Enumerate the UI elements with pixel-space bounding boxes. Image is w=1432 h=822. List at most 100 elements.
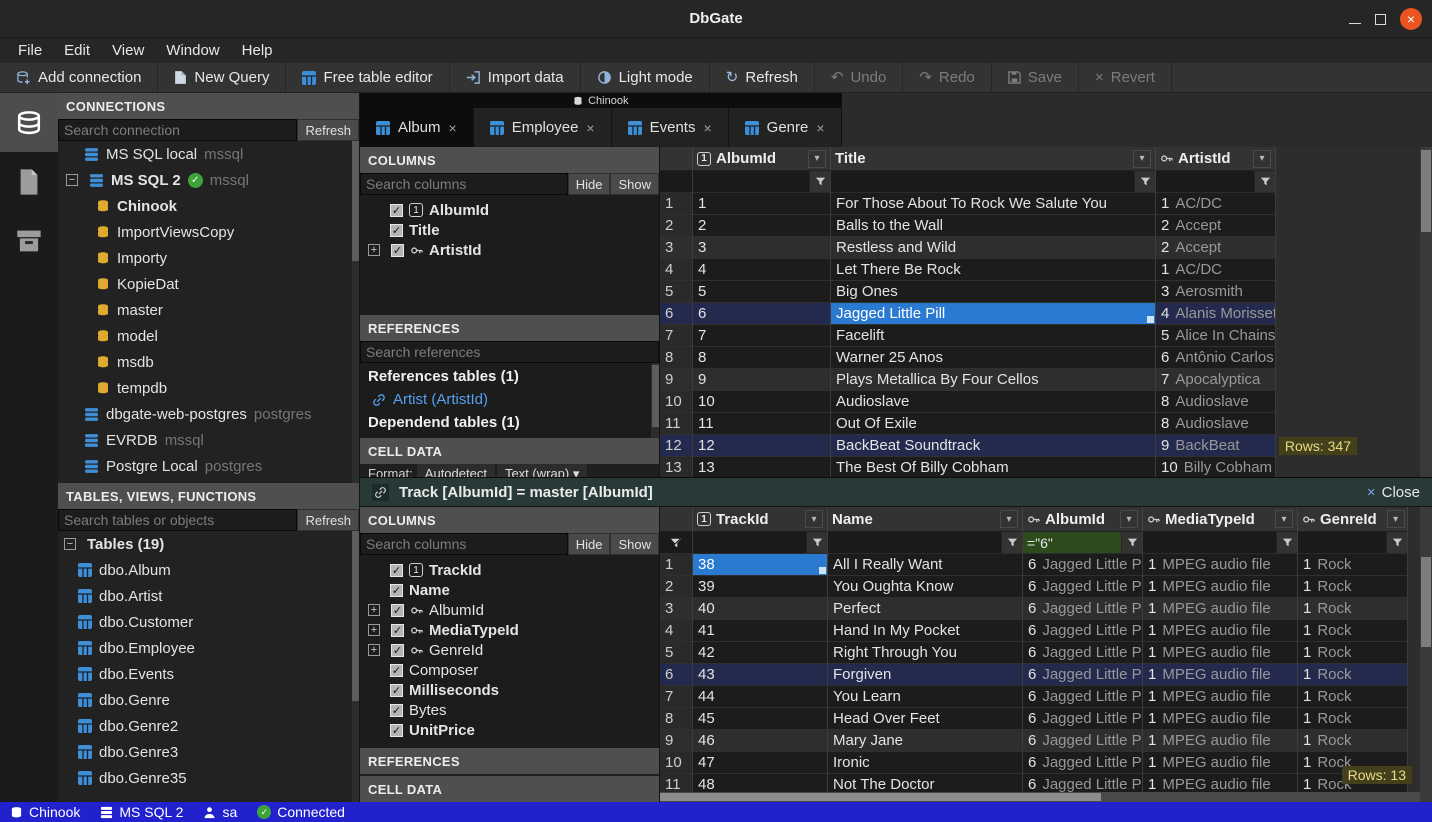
grid-cell[interactable]: 6Jagged Little Pill	[1023, 642, 1143, 664]
table-item[interactable]: dbo.Artist	[58, 583, 359, 609]
column-header-artistid[interactable]: ArtistId ▾	[1156, 147, 1276, 171]
column-header-albumid[interactable]: 1 AlbumId ▾	[693, 147, 831, 171]
search-tables-input[interactable]	[58, 509, 297, 531]
grid-cell[interactable]: 1Rock	[1298, 576, 1408, 598]
free-table-editor-button[interactable]: Free table editor	[286, 63, 449, 92]
database-item[interactable]: Importy	[58, 245, 359, 271]
checkbox-checked-icon[interactable]: ✓	[390, 704, 403, 717]
database-item[interactable]: KopieDat	[58, 271, 359, 297]
connection-item[interactable]: dbgate-web-postgres postgres	[58, 401, 359, 427]
grid-cell[interactable]: 6Antônio Carlos Jobim	[1156, 347, 1276, 369]
checkbox-checked-icon[interactable]: ✓	[391, 604, 404, 617]
table-item[interactable]: dbo.Genre35	[58, 765, 359, 791]
checkbox-checked-icon[interactable]: ✓	[391, 644, 404, 657]
album-grid-scrollbar[interactable]	[1420, 147, 1432, 477]
database-item[interactable]: ImportViewsCopy	[58, 219, 359, 245]
grid-cell[interactable]: 8Audioslave	[1156, 391, 1276, 413]
grid-cell[interactable]: 4Alanis Morissette	[1156, 303, 1276, 325]
grid-cell[interactable]: Forgiven	[828, 664, 1023, 686]
filter-header-cell[interactable]	[660, 532, 693, 554]
chevron-down-icon[interactable]: ▾	[805, 510, 823, 528]
grid-cell[interactable]: 1	[693, 193, 831, 215]
search-columns-input[interactable]	[360, 173, 568, 195]
hide-button[interactable]: Hide	[568, 173, 611, 195]
grid-cell[interactable]: 1Rock	[1298, 686, 1408, 708]
grid-cell[interactable]: Warner 25 Anos	[831, 347, 1156, 369]
grid-cell[interactable]: 11	[693, 413, 831, 435]
grid-cell[interactable]: 1MPEG audio file	[1143, 752, 1298, 774]
grid-cell[interactable]: 1Rock	[1298, 554, 1408, 576]
selected-grid-cell[interactable]: 38	[693, 554, 828, 576]
column-item[interactable]: ✓ Title	[360, 220, 659, 240]
filter-icon[interactable]	[1001, 532, 1022, 553]
grid-cell[interactable]: 2Accept	[1156, 215, 1276, 237]
selected-grid-cell[interactable]: Jagged Little Pill	[831, 303, 1156, 325]
grid-cell[interactable]: 1AC/DC	[1156, 193, 1276, 215]
grid-cell[interactable]: Audioslave	[831, 391, 1156, 413]
tab-events[interactable]: Events ×	[612, 108, 729, 147]
grid-cell[interactable]: 39	[693, 576, 828, 598]
database-item[interactable]: msdb	[58, 349, 359, 375]
table-item[interactable]: dbo.Customer	[58, 609, 359, 635]
grid-cell[interactable]: 6Jagged Little Pill	[1023, 576, 1143, 598]
database-item[interactable]: master	[58, 297, 359, 323]
checkbox-checked-icon[interactable]: ✓	[390, 564, 403, 577]
detail-close-button[interactable]: ×Close	[1367, 484, 1420, 501]
database-item[interactable]: Chinook	[58, 193, 359, 219]
grid-cell[interactable]: Right Through You	[828, 642, 1023, 664]
grid-cell[interactable]: 1MPEG audio file	[1143, 554, 1298, 576]
grid-cell[interactable]: 8Audioslave	[1156, 413, 1276, 435]
filter-icon[interactable]	[1121, 532, 1142, 553]
chevron-down-icon[interactable]: ▾	[808, 150, 826, 168]
grid-cell[interactable]: 6Jagged Little Pill	[1023, 664, 1143, 686]
menu-window[interactable]: Window	[156, 40, 229, 61]
column-item[interactable]: +✓GenreId	[360, 640, 659, 660]
grid-cell[interactable]: 1MPEG audio file	[1143, 774, 1298, 792]
grid-cell[interactable]: 1MPEG audio file	[1143, 598, 1298, 620]
chevron-down-icon[interactable]: ▾	[1000, 510, 1018, 528]
filter-albumid-input[interactable]	[1023, 532, 1121, 553]
new-query-button[interactable]: New Query	[158, 63, 286, 92]
grid-cell[interactable]: Restless and Wild	[831, 237, 1156, 259]
column-item[interactable]: ✓UnitPrice	[360, 720, 659, 740]
grid-cell[interactable]: 10	[693, 391, 831, 413]
tables-refresh-button[interactable]: Refresh	[297, 509, 359, 531]
grid-cell[interactable]: 41	[693, 620, 828, 642]
reference-link-track[interactable]: Track (AlbumId)	[360, 434, 659, 438]
grid-cell[interactable]: Facelift	[831, 325, 1156, 347]
expand-icon[interactable]: +	[368, 604, 380, 616]
checkbox-checked-icon[interactable]: ✓	[390, 684, 403, 697]
grid-cell[interactable]: 9	[693, 369, 831, 391]
connection-item[interactable]: Postgre Local postgres	[58, 453, 359, 479]
expand-icon[interactable]: +	[368, 624, 380, 636]
column-header-genreid[interactable]: GenreId ▾	[1298, 507, 1408, 532]
grid-cell[interactable]: The Best Of Billy Cobham	[831, 457, 1156, 477]
maximize-button[interactable]	[1375, 14, 1386, 25]
grid-cell[interactable]: 42	[693, 642, 828, 664]
column-header-title[interactable]: Title ▾	[831, 147, 1156, 171]
table-item[interactable]: dbo.Album	[58, 557, 359, 583]
grid-cell[interactable]: 3Aerosmith	[1156, 281, 1276, 303]
chevron-down-icon[interactable]: ▾	[1253, 150, 1271, 168]
grid-cell[interactable]: 6Jagged Little Pill	[1023, 554, 1143, 576]
checkbox-checked-icon[interactable]: ✓	[390, 584, 403, 597]
track-grid-scrollbar[interactable]	[1420, 507, 1432, 802]
search-references-input[interactable]	[360, 341, 659, 363]
grid-cell[interactable]: 6Jagged Little Pill	[1023, 620, 1143, 642]
show-button[interactable]: Show	[610, 533, 659, 555]
grid-cell[interactable]: 47	[693, 752, 828, 774]
connection-item[interactable]: − MS SQL 2 ✓ mssql	[58, 167, 359, 193]
grid-cell[interactable]: BackBeat Soundtrack	[831, 435, 1156, 457]
grid-cell[interactable]: Not The Doctor	[828, 774, 1023, 792]
grid-cell[interactable]: Perfect	[828, 598, 1023, 620]
grid-cell[interactable]: 4	[693, 259, 831, 281]
grid-cell[interactable]: 43	[693, 664, 828, 686]
tables-root[interactable]: − Tables (19)	[58, 531, 359, 557]
grid-cell[interactable]: Hand In My Pocket	[828, 620, 1023, 642]
hide-button[interactable]: Hide	[568, 533, 611, 555]
grid-cell[interactable]: All I Really Want	[828, 554, 1023, 576]
close-icon[interactable]: ×	[449, 120, 457, 136]
table-item[interactable]: dbo.Genre3	[58, 739, 359, 765]
light-mode-button[interactable]: Light mode	[581, 63, 710, 92]
grid-cell[interactable]: 1MPEG audio file	[1143, 708, 1298, 730]
